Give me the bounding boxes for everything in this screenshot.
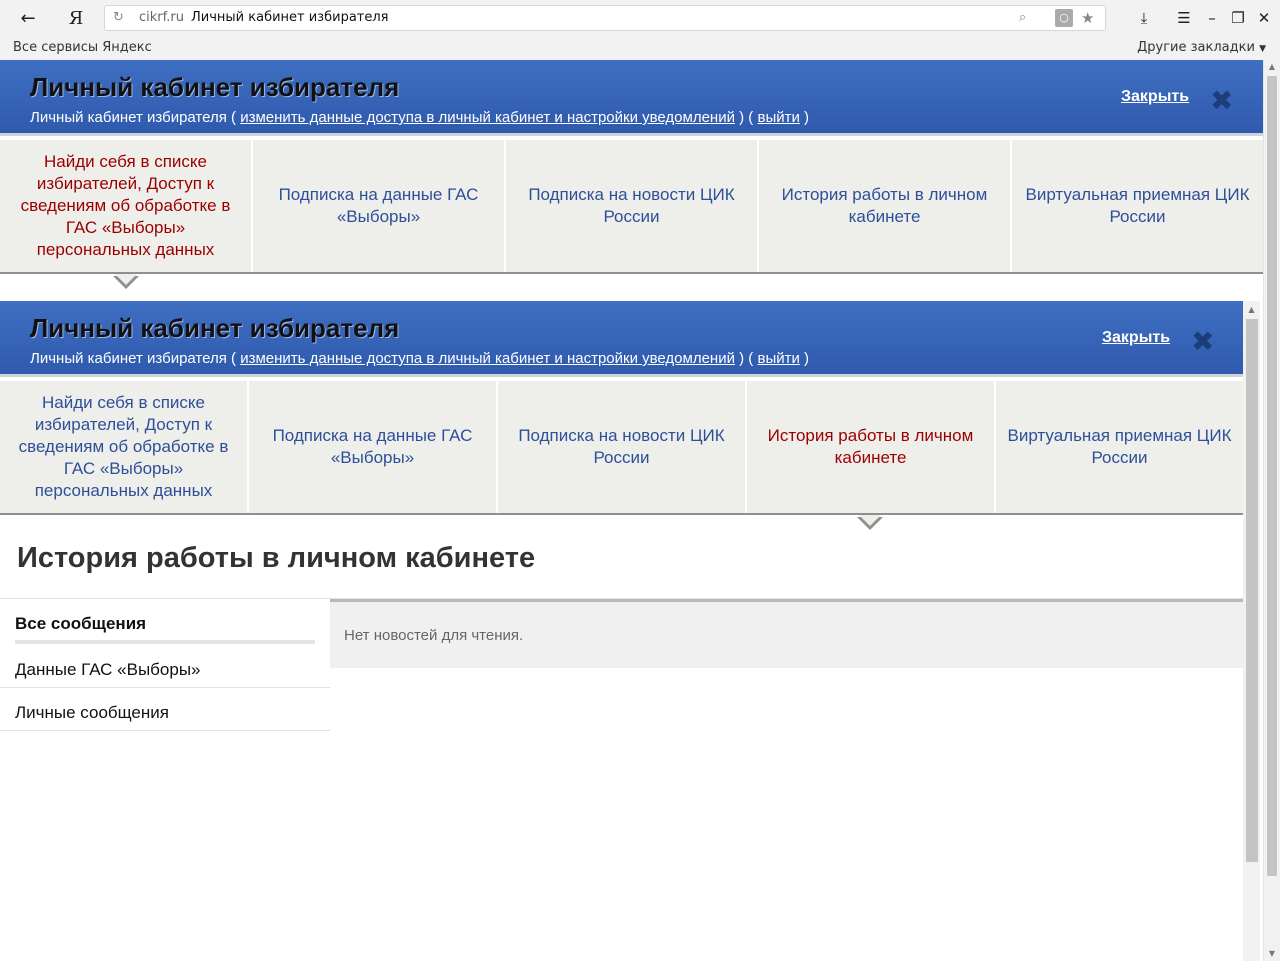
tab-find-self[interactable]: Найди себя в списке избирателей, Доступ … (0, 140, 253, 272)
tab-virtual-reception-2[interactable]: Виртуальная приемная ЦИК России (996, 381, 1243, 513)
tab-news-subscription-2[interactable]: Подписка на новости ЦИК России (498, 381, 747, 513)
messages-sidebar: Все сообщения Данные ГАС «Выборы» Личные… (0, 599, 330, 731)
panel-header: Личный кабинет избирателя Личный кабинет… (0, 60, 1263, 136)
restore-icon[interactable]: ❐ (1228, 8, 1248, 28)
bookmark-star-icon[interactable]: ★ (1081, 6, 1094, 30)
tab-history-2[interactable]: История работы в личном кабинете (747, 381, 996, 513)
logout-link-2[interactable]: выйти (757, 350, 799, 367)
change-access-link-2[interactable]: изменить данные доступа в личный кабинет… (240, 350, 735, 367)
page-scroll-up-icon[interactable]: ▲ (1264, 60, 1280, 74)
sub-prefix-2: Личный кабинет избирателя ( (30, 350, 237, 367)
download-icon[interactable]: ⤓ (1134, 8, 1154, 28)
bookmark-other[interactable]: Другие закладки ▼ (1137, 40, 1266, 55)
close-link-2[interactable]: Закрыть (1102, 329, 1170, 347)
chevron-down-icon: ▼ (1259, 44, 1266, 54)
tab-gas-subscription-2[interactable]: Подписка на данные ГАС «Выборы» (249, 381, 498, 513)
address-bar[interactable]: ↻ cikrf.ru Личный кабинет избирателя ⌕ ○… (104, 5, 1106, 31)
menu-icon[interactable]: ☰ (1174, 8, 1194, 28)
bookmark-yandex-services[interactable]: Все сервисы Яндекс (13, 40, 152, 55)
panel-header-2: Личный кабинет избирателя Личный кабинет… (0, 301, 1243, 377)
messages-empty-state: Нет новостей для чтения. (330, 599, 1243, 668)
tabs-bar: Найди себя в списке избирателей, Доступ … (0, 140, 1263, 274)
tab-news-subscription[interactable]: Подписка на новости ЦИК России (506, 140, 759, 272)
sidebar-item-all[interactable]: Все сообщения (0, 599, 330, 645)
sub-prefix: Личный кабинет избирателя ( (30, 109, 237, 126)
sub-mid: ) ( (739, 109, 754, 126)
page-scrollbar[interactable]: ▲ ▼ (1263, 60, 1280, 961)
sub-suffix-2: ) (804, 350, 810, 367)
logout-link[interactable]: выйти (757, 109, 799, 126)
active-tab-pointer (113, 274, 139, 289)
panel-title-2: Личный кабинет избирателя (30, 313, 400, 343)
minimize-icon[interactable]: – (1202, 8, 1222, 28)
close-window-icon[interactable]: ✕ (1254, 8, 1274, 28)
bookmark-other-label: Другие закладки (1137, 40, 1255, 55)
sub-suffix: ) (804, 109, 810, 126)
address-domain: cikrf.ru (139, 10, 184, 25)
yandex-logo[interactable]: Я (64, 6, 88, 30)
address-page-title: Личный кабинет избирателя (191, 10, 389, 25)
tab-find-self-2[interactable]: Найди себя в списке избирателей, Доступ … (0, 381, 249, 513)
zoom-icon[interactable]: ⌕ (1019, 6, 1026, 30)
tabs-bar-2: Найди себя в списке избирателей, Доступ … (0, 381, 1243, 515)
scroll-thumb[interactable] (1246, 319, 1258, 862)
bookmarks-bar: Все сервисы Яндекс Другие закладки ▼ (0, 36, 1280, 60)
sub-mid-2: ) ( (739, 350, 754, 367)
close-link[interactable]: Закрыть (1121, 88, 1189, 106)
reload-icon[interactable]: ↻ (113, 6, 124, 30)
sidebar-item-personal[interactable]: Личные сообщения (0, 688, 330, 731)
tab-gas-subscription[interactable]: Подписка на данные ГАС «Выборы» (253, 140, 506, 272)
page-scroll-thumb[interactable] (1267, 76, 1277, 876)
inner-scrollbar[interactable]: ▲ (1243, 301, 1260, 961)
close-icon-2[interactable]: ✖ (1191, 325, 1214, 358)
page-title: История работы в личном кабинете (17, 542, 536, 574)
panel-subtitle: Личный кабинет избирателя ( изменить дан… (30, 109, 809, 126)
active-tab-pointer-2 (857, 515, 883, 530)
protect-icon[interactable]: ○ (1055, 9, 1073, 27)
panel-subtitle-2: Личный кабинет избирателя ( изменить дан… (30, 350, 809, 367)
tab-history[interactable]: История работы в личном кабинете (759, 140, 1012, 272)
scroll-up-icon[interactable]: ▲ (1243, 303, 1260, 317)
sidebar-item-gas-data[interactable]: Данные ГАС «Выборы» (0, 645, 330, 688)
back-arrow-icon[interactable]: ← (16, 6, 40, 30)
tab-virtual-reception[interactable]: Виртуальная приемная ЦИК России (1012, 140, 1263, 272)
browser-toolbar: ← Я ↻ cikrf.ru Личный кабинет избирателя… (0, 0, 1280, 36)
close-icon[interactable]: ✖ (1210, 84, 1233, 117)
page-scroll-down-icon[interactable]: ▼ (1264, 947, 1280, 961)
change-access-link[interactable]: изменить данные доступа в личный кабинет… (240, 109, 735, 126)
page-viewport: Личный кабинет избирателя Личный кабинет… (0, 60, 1280, 961)
panel-title: Личный кабинет избирателя (30, 72, 400, 102)
